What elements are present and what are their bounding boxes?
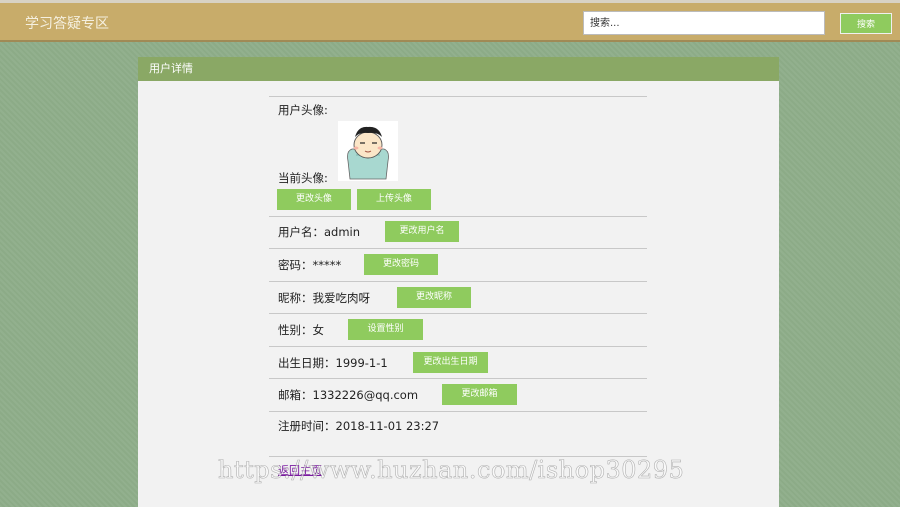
current-avatar-label: 当前头像: (278, 171, 328, 185)
email-label: 邮箱：1332226@qq.com (278, 388, 419, 402)
gender-row: 性别：女 设置性别 (269, 313, 647, 346)
site-title[interactable]: 学习答疑专区 (25, 13, 109, 33)
search-button[interactable]: 搜索 (840, 13, 892, 34)
avatar (338, 121, 398, 181)
register-time-row: 注册时间：2018-11-01 23:27 (269, 411, 647, 457)
set-gender-button[interactable]: 设置性别 (348, 319, 423, 340)
email-row: 邮箱：1332226@qq.com 更改邮箱 (269, 378, 647, 411)
change-avatar-button[interactable]: 更改头像 (277, 189, 351, 210)
change-password-button[interactable]: 更改密码 (364, 254, 438, 275)
nickname-label: 昵称：我爱吃肉呀 (278, 291, 370, 305)
change-nickname-button[interactable]: 更改昵称 (397, 287, 471, 308)
change-email-button[interactable]: 更改邮箱 (442, 384, 517, 405)
password-label: 密码：***** (278, 258, 342, 272)
user-detail-panel: 用户详情 用户头像: 当前头像: 更改头像 上传头像 用户名：admin 更改用… (138, 57, 779, 507)
gender-label: 性别：女 (278, 323, 324, 337)
nickname-row: 昵称：我爱吃肉呀 更改昵称 (269, 281, 647, 313)
birthday-label: 出生日期：1999-1-1 (278, 356, 388, 370)
change-username-button[interactable]: 更改用户名 (385, 221, 459, 242)
register-time-label: 注册时间：2018-11-01 23:27 (278, 419, 440, 433)
avatar-image (338, 121, 398, 181)
back-home-link[interactable]: 返回主页 (278, 462, 322, 478)
top-header-bar: 学习答疑专区 搜索 (0, 0, 900, 42)
birthday-row: 出生日期：1999-1-1 更改出生日期 (269, 346, 647, 378)
avatar-label: 用户头像: (278, 103, 328, 117)
search-input[interactable] (583, 11, 825, 35)
change-birthday-button[interactable]: 更改出生日期 (413, 352, 488, 373)
password-row: 密码：***** 更改密码 (269, 248, 647, 281)
panel-title: 用户详情 (138, 57, 779, 81)
upload-avatar-button[interactable]: 上传头像 (357, 189, 431, 210)
avatar-row: 用户头像: 当前头像: 更改头像 上传头像 (269, 96, 647, 216)
username-row: 用户名：admin 更改用户名 (269, 216, 647, 248)
username-label: 用户名：admin (278, 225, 361, 239)
